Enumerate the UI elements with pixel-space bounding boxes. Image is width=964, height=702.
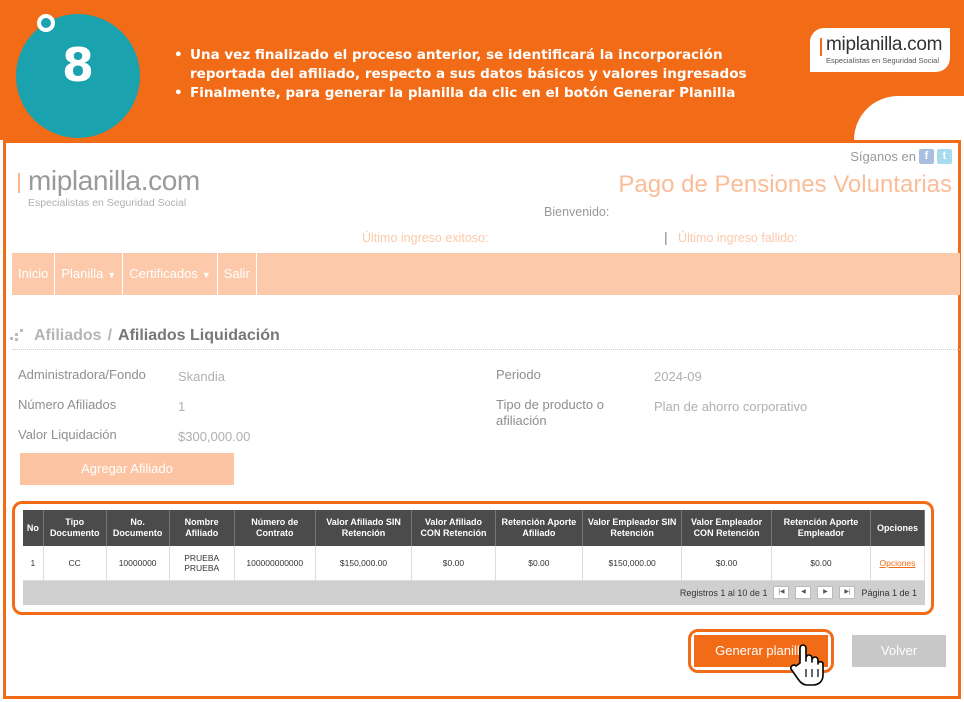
- period-value: 2024-09: [654, 369, 702, 384]
- cell-affiliate-retention: $0.00: [495, 546, 584, 581]
- caret-down-icon: ▼: [107, 270, 117, 280]
- cell-affiliate-no-retention: $150,000.00: [315, 546, 413, 581]
- main-navbar: Inicio Planilla ▼ Certificados ▼ Salir: [12, 253, 960, 295]
- breadcrumb-separator: /: [107, 327, 113, 344]
- product-value: Plan de ahorro corporativo: [654, 399, 808, 414]
- total-value: $300,000.00: [178, 429, 251, 444]
- cell-name: PRUEBA PRUEBA: [169, 546, 235, 581]
- fund-label: Administradora/Fondo: [18, 367, 146, 382]
- breadcrumb-parent[interactable]: Afiliados: [34, 327, 102, 345]
- last-fail-label: Último ingreso fallido:: [678, 231, 798, 245]
- cell-employer-with-retention: $0.00: [681, 546, 773, 581]
- instruction-item: Finalmente, para generar la planilla da …: [172, 84, 772, 103]
- last-success-label: Último ingreso exitoso:: [362, 231, 489, 245]
- nav-item-inicio[interactable]: Inicio: [12, 253, 56, 295]
- cell-doc-type: CC: [43, 546, 107, 581]
- count-label: Número Afiliados: [18, 397, 117, 412]
- column-header[interactable]: Valor Afiliado CON Retención: [411, 510, 496, 546]
- divider: |: [664, 229, 668, 245]
- column-header[interactable]: No: [23, 510, 44, 546]
- column-header: Opciones: [870, 510, 926, 546]
- breadcrumb-current: Afiliados Liquidación: [118, 327, 280, 344]
- instruction-list: Una vez finalizado el proceso anterior, …: [172, 46, 772, 103]
- social-links: Síganos en f t: [850, 149, 952, 164]
- cell-employer-no-retention: $150,000.00: [582, 546, 683, 581]
- instruction-banner: 8 Una vez finalizado el proceso anterior…: [0, 0, 964, 140]
- back-button[interactable]: Volver: [852, 635, 946, 667]
- column-header[interactable]: Valor Empleador SIN Retención: [582, 510, 683, 546]
- column-header[interactable]: Nombre Afiliado: [169, 510, 235, 546]
- table-pagination: Registros 1 al 10 de 1 |◀ ◀ ▶ ▶| Página …: [23, 580, 925, 605]
- records-text: Registros 1 al 10 de 1: [679, 587, 768, 598]
- cell-affiliate-with-retention: $0.00: [411, 546, 496, 581]
- dots-icon: [10, 329, 28, 343]
- step-ring-icon: [37, 14, 55, 32]
- welcome-label: Bienvenido:: [544, 205, 610, 219]
- last-page-icon[interactable]: ▶|: [839, 586, 856, 599]
- twitter-icon[interactable]: t: [937, 149, 952, 164]
- column-header[interactable]: Valor Empleador CON Retención: [681, 510, 773, 546]
- app-screenshot: miplanilla.com Especialistas en Segurida…: [3, 140, 961, 699]
- table-row: 1 CC 10000000 PRUEBA PRUEBA 100000000000…: [23, 546, 926, 581]
- prev-page-icon[interactable]: ◀: [795, 586, 812, 599]
- affiliates-table: No Tipo Documento No. Documento Nombre A…: [23, 510, 926, 581]
- cell-contract: 100000000000: [234, 546, 316, 581]
- column-header[interactable]: No. Documento: [106, 510, 170, 546]
- next-page-icon[interactable]: ▶: [817, 586, 834, 599]
- fund-value: Skandia: [178, 369, 225, 384]
- nav-item-salir[interactable]: Salir: [218, 253, 257, 295]
- cell-options: Opciones: [870, 546, 926, 581]
- breadcrumb: Afiliados / Afiliados Liquidación: [10, 327, 280, 345]
- facebook-icon[interactable]: f: [919, 149, 934, 164]
- product-label: Tipo de producto o afiliación: [496, 397, 604, 428]
- page-title: Pago de Pensiones Voluntarias: [618, 171, 952, 198]
- nav-item-planilla[interactable]: Planilla ▼: [55, 253, 124, 295]
- step-number: 8: [61, 38, 94, 92]
- caret-down-icon: ▼: [201, 270, 211, 280]
- banner-curve: [854, 96, 964, 140]
- page-text: Página 1 de 1: [861, 587, 917, 598]
- follow-label: Síganos en: [850, 149, 916, 164]
- total-label: Valor Liquidación: [18, 427, 117, 442]
- cell-employer-retention: $0.00: [771, 546, 871, 581]
- count-value: 1: [178, 399, 186, 414]
- table-header-row: No Tipo Documento No. Documento Nombre A…: [23, 510, 926, 546]
- instruction-item: Una vez finalizado el proceso anterior, …: [172, 46, 772, 84]
- hand-cursor-icon: [790, 644, 824, 686]
- column-header[interactable]: Retención Aporte Afiliado: [495, 510, 584, 546]
- first-page-icon[interactable]: |◀: [773, 586, 790, 599]
- affiliates-table-highlight: No Tipo Documento No. Documento Nombre A…: [12, 501, 934, 615]
- cell-no: 1: [23, 546, 44, 581]
- nav-item-certificados[interactable]: Certificados ▼: [123, 253, 218, 295]
- column-header[interactable]: Retención Aporte Empleador: [771, 510, 871, 546]
- column-header[interactable]: Valor Afiliado SIN Retención: [315, 510, 413, 546]
- add-affiliate-button[interactable]: Agregar Afiliado: [20, 453, 234, 485]
- column-header[interactable]: Tipo Documento: [43, 510, 107, 546]
- options-link[interactable]: Opciones: [880, 558, 916, 568]
- cell-doc-number: 10000000: [106, 546, 170, 581]
- brand-logo: miplanilla.com Especialistas en Segurida…: [810, 28, 950, 72]
- divider: [12, 349, 960, 350]
- period-label: Periodo: [496, 367, 541, 382]
- column-header[interactable]: Número de Contrato: [234, 510, 316, 546]
